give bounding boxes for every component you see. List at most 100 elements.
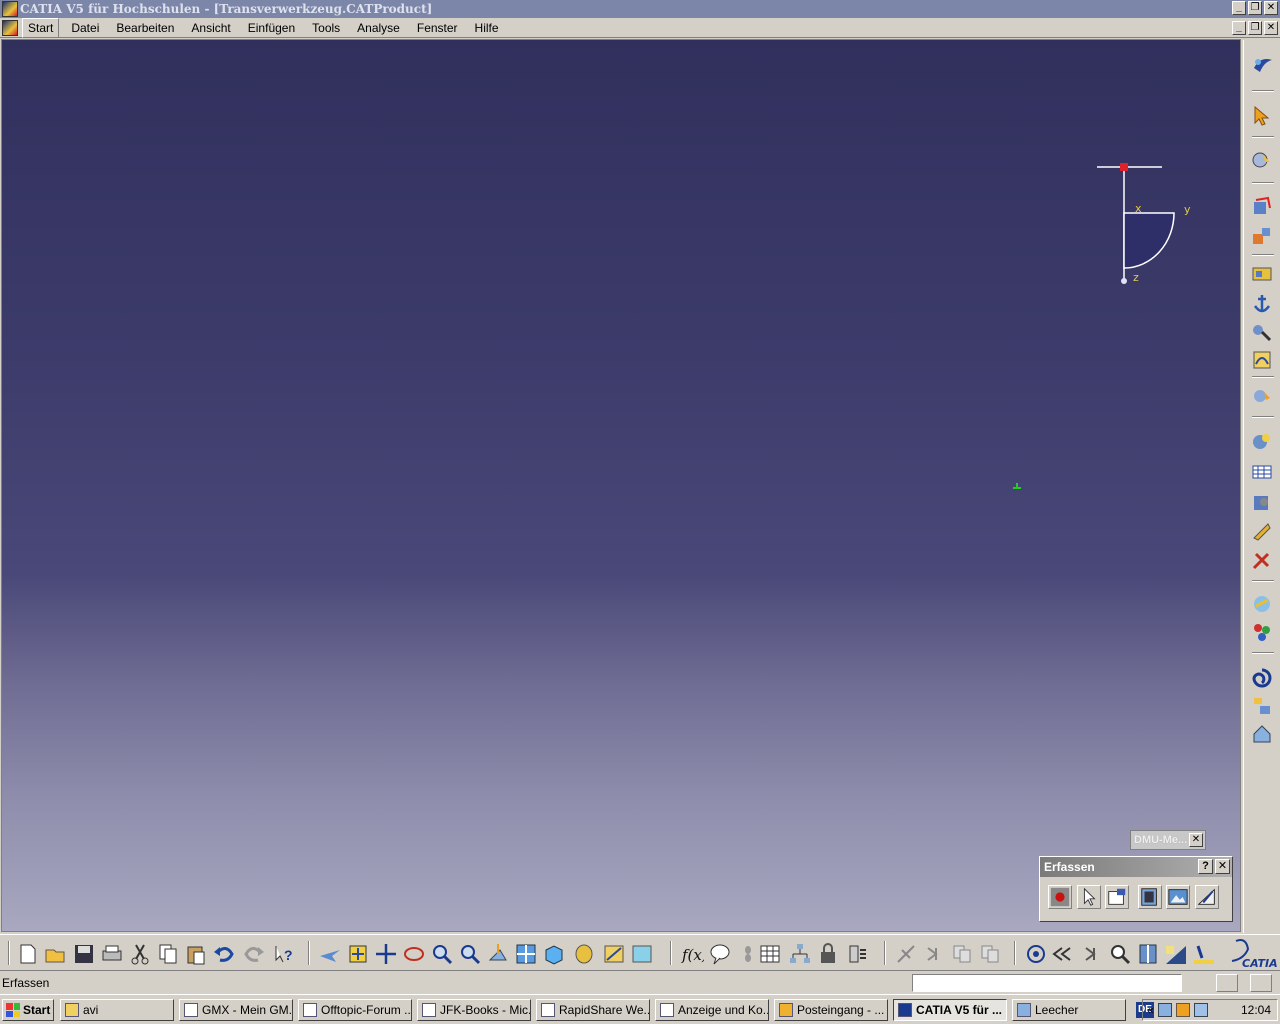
doc-close-button[interactable]: ✕ bbox=[1264, 21, 1278, 35]
hide-show-icon[interactable] bbox=[602, 942, 626, 966]
erfassen-close-button[interactable]: ✕ bbox=[1215, 859, 1230, 874]
paste-icon[interactable] bbox=[184, 942, 208, 966]
select-arrow-icon[interactable] bbox=[1250, 104, 1274, 128]
table-icon[interactable] bbox=[758, 942, 782, 966]
whats-this-icon[interactable]: ? bbox=[272, 942, 296, 966]
menu-fenster[interactable]: Fenster bbox=[412, 19, 463, 37]
lock-icon[interactable] bbox=[816, 942, 840, 966]
save-icon[interactable] bbox=[72, 942, 96, 966]
fly-mode-icon[interactable] bbox=[318, 942, 342, 966]
swap-visible-icon[interactable] bbox=[630, 942, 654, 966]
clash-icon[interactable] bbox=[1250, 490, 1274, 514]
menu-hilfe[interactable]: Hilfe bbox=[470, 19, 504, 37]
update-tray-icon[interactable] bbox=[1175, 1003, 1190, 1017]
assembly-constraint-icon[interactable] bbox=[1250, 262, 1274, 286]
copy-prop-icon[interactable] bbox=[950, 942, 974, 966]
copy-icon[interactable] bbox=[156, 942, 180, 966]
distance-icon[interactable] bbox=[1250, 520, 1274, 544]
status-lock-button[interactable] bbox=[1250, 974, 1272, 992]
menu-ansicht[interactable]: Ansicht bbox=[186, 19, 235, 37]
material-icon[interactable] bbox=[1250, 620, 1274, 644]
normal-view-icon[interactable] bbox=[486, 942, 510, 966]
annotate-icon[interactable] bbox=[894, 942, 918, 966]
doc-restore-button[interactable]: ❐ bbox=[1248, 21, 1262, 35]
command-input[interactable] bbox=[912, 974, 1182, 992]
tools-icon[interactable] bbox=[1250, 548, 1274, 572]
erfassen-help-button[interactable]: ? bbox=[1198, 859, 1213, 874]
menu-bearbeiten[interactable]: Bearbeiten bbox=[111, 19, 179, 37]
multi-view-icon[interactable] bbox=[514, 942, 538, 966]
menu-tools[interactable]: Tools bbox=[307, 19, 345, 37]
3d-viewport[interactable]: x y z bbox=[1, 39, 1241, 932]
minimize-button[interactable]: _ bbox=[1232, 1, 1246, 15]
task-leecher[interactable]: Leecher bbox=[1012, 999, 1126, 1021]
capture-icon[interactable] bbox=[1138, 885, 1162, 909]
task-offtopic-forum[interactable]: Offtopic-Forum ... bbox=[298, 999, 412, 1021]
tray-expand-button[interactable]: « bbox=[1147, 1003, 1154, 1017]
task-catia[interactable]: CATIA V5 für ... bbox=[893, 999, 1007, 1021]
comment-icon[interactable] bbox=[708, 942, 732, 966]
fix-together-icon[interactable] bbox=[1250, 320, 1274, 344]
erfassen-toolbar[interactable]: Erfassen ? ✕ bbox=[1039, 856, 1233, 922]
product-structure-icon[interactable] bbox=[1250, 694, 1274, 718]
formula-icon[interactable]: f(x) bbox=[680, 942, 704, 966]
undo-icon[interactable] bbox=[212, 942, 236, 966]
next-icon[interactable] bbox=[922, 942, 946, 966]
record-icon[interactable] bbox=[1048, 885, 1072, 909]
window-title-bar[interactable]: CATIA V5 für Hochschulen - [Transverwerk… bbox=[0, 0, 1280, 18]
lighting-icon[interactable] bbox=[1164, 942, 1188, 966]
task-posteingang[interactable]: Posteingang - ... bbox=[774, 999, 888, 1021]
measure-icon[interactable] bbox=[1195, 885, 1219, 909]
param-icon[interactable] bbox=[846, 942, 870, 966]
messenger-tray-icon[interactable] bbox=[1193, 1003, 1208, 1017]
start-button[interactable]: Start bbox=[2, 999, 54, 1021]
catalog-icon[interactable] bbox=[1250, 592, 1274, 616]
zoom-out-icon[interactable] bbox=[458, 942, 482, 966]
reuse-pattern-icon[interactable] bbox=[1250, 348, 1274, 372]
paste-prop-icon[interactable] bbox=[978, 942, 1002, 966]
task-rapidshare[interactable]: RapidShare We... bbox=[536, 999, 650, 1021]
pan-icon[interactable] bbox=[374, 942, 398, 966]
menu-datei[interactable]: Datei bbox=[66, 19, 104, 37]
open-icon[interactable] bbox=[44, 942, 68, 966]
iso-view-icon[interactable] bbox=[542, 942, 566, 966]
document-icon[interactable] bbox=[2, 19, 18, 36]
new-icon[interactable] bbox=[16, 942, 40, 966]
rotate-icon[interactable] bbox=[402, 942, 426, 966]
task-avi[interactable]: avi bbox=[60, 999, 174, 1021]
restore-button[interactable]: ❐ bbox=[1248, 1, 1262, 15]
zoom-in-icon[interactable] bbox=[430, 942, 454, 966]
swept-volume-icon[interactable] bbox=[1250, 666, 1274, 690]
task-gmx[interactable]: GMX - Mein GM... bbox=[179, 999, 293, 1021]
network-tray-icon[interactable] bbox=[1157, 1003, 1172, 1017]
first-icon[interactable] bbox=[1052, 942, 1076, 966]
options-icon[interactable] bbox=[1105, 885, 1129, 909]
graph-icon[interactable] bbox=[788, 942, 812, 966]
dmu-close-button[interactable]: ✕ bbox=[1189, 833, 1203, 847]
task-anzeige[interactable]: Anzeige und Ko... bbox=[655, 999, 769, 1021]
close-button[interactable]: ✕ bbox=[1264, 1, 1278, 15]
doc-minimize-button[interactable]: _ bbox=[1232, 21, 1246, 35]
snap-icon[interactable] bbox=[1250, 194, 1274, 218]
anchor-icon[interactable] bbox=[1250, 292, 1274, 316]
sectioning-icon[interactable] bbox=[1250, 460, 1274, 484]
dmu-toolbar-collapsed[interactable]: DMU-Me... ✕ bbox=[1130, 830, 1206, 850]
erfassen-title-bar[interactable]: Erfassen ? ✕ bbox=[1040, 857, 1232, 877]
space-analysis-icon[interactable] bbox=[1250, 430, 1274, 454]
measure-between-icon[interactable] bbox=[1250, 384, 1274, 408]
last-icon[interactable] bbox=[1080, 942, 1104, 966]
image-album-icon[interactable] bbox=[1166, 885, 1190, 909]
fit-all-icon[interactable] bbox=[346, 942, 370, 966]
publish-icon[interactable] bbox=[1250, 722, 1274, 746]
catia-app-icon[interactable] bbox=[2, 1, 18, 17]
menu-start[interactable]: Start bbox=[22, 17, 60, 38]
manipulate-icon[interactable] bbox=[1250, 148, 1274, 172]
compass-widget[interactable]: x y z bbox=[1097, 163, 1191, 284]
explode-icon[interactable] bbox=[1250, 224, 1274, 248]
print-icon[interactable] bbox=[100, 942, 124, 966]
redo-icon[interactable] bbox=[242, 942, 266, 966]
clock[interactable]: 12:04 bbox=[1241, 1003, 1271, 1017]
knowledge-icon[interactable] bbox=[736, 942, 760, 966]
task-jfk-books[interactable]: JFK-Books - Mic... bbox=[417, 999, 531, 1021]
catia-logo-icon[interactable] bbox=[1250, 54, 1274, 78]
